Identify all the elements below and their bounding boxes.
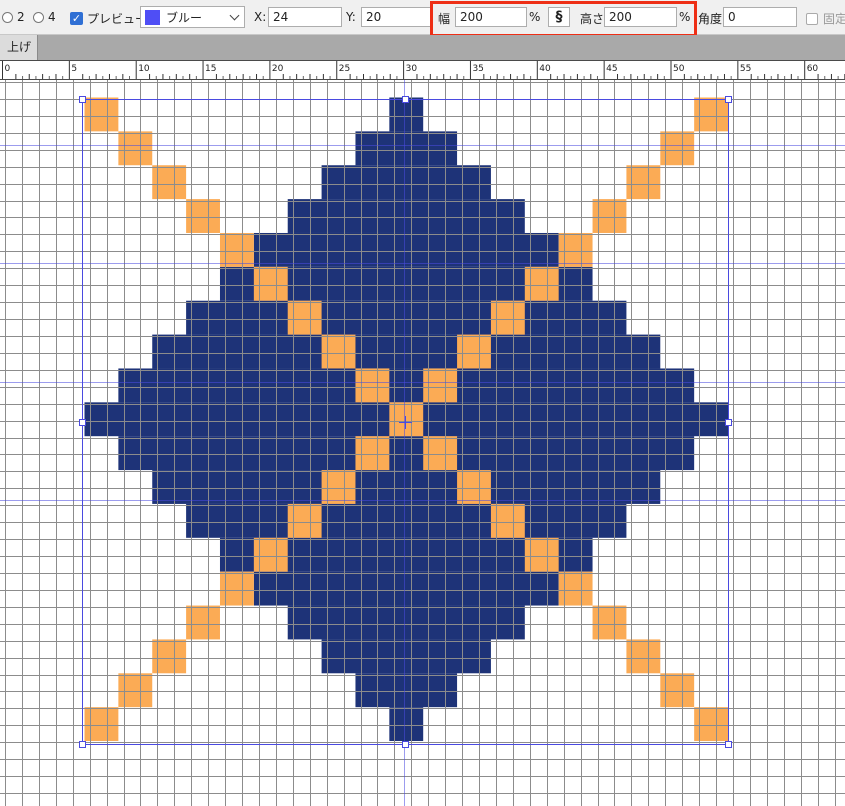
selection-handle bbox=[725, 741, 732, 748]
y-input[interactable]: 20 bbox=[361, 7, 431, 27]
orange-cell bbox=[321, 334, 356, 369]
orange-cell bbox=[84, 707, 119, 742]
ruler-label: 55 bbox=[740, 64, 751, 74]
fixed-checkbox[interactable]: 固定 bbox=[806, 10, 845, 27]
angle-label: 角度 bbox=[698, 12, 723, 26]
radio-2-label: 2 bbox=[17, 10, 25, 24]
selection-handle bbox=[402, 96, 409, 103]
ruler-label: 5 bbox=[71, 64, 77, 74]
orange-cell bbox=[321, 470, 356, 504]
orange-cell bbox=[524, 266, 559, 301]
orange-cell bbox=[84, 97, 119, 132]
orange-cell bbox=[592, 199, 627, 233]
orange-cell bbox=[558, 571, 593, 606]
blue-row bbox=[253, 232, 559, 267]
horizontal-ruler: 0 5 10 15 20 25 30 35 40 45 50 55 60 bbox=[0, 60, 845, 80]
ruler-label: 50 bbox=[673, 64, 685, 74]
ruler-label: 20 bbox=[272, 64, 284, 74]
orange-cell bbox=[118, 131, 153, 166]
fixed-label: 固定 bbox=[823, 12, 845, 26]
ruler-label: 15 bbox=[205, 64, 216, 74]
radio-option-2[interactable]: 2 bbox=[2, 10, 25, 24]
selection-handle bbox=[402, 741, 409, 748]
orange-cell bbox=[355, 436, 390, 471]
orange-cell bbox=[355, 368, 390, 403]
preview-checkbox[interactable]: ✓ プレビュー bbox=[70, 10, 147, 27]
ruler-label: 35 bbox=[472, 64, 483, 74]
color-select-value: ブルー bbox=[166, 10, 203, 25]
orange-cell bbox=[287, 503, 322, 538]
selection-handle bbox=[725, 419, 732, 426]
orange-cell bbox=[253, 266, 288, 301]
blue-row bbox=[321, 639, 491, 674]
color-swatch bbox=[145, 9, 160, 25]
highlight-box bbox=[430, 1, 697, 37]
blue-row bbox=[253, 571, 559, 606]
orange-cell bbox=[253, 537, 288, 572]
blue-row bbox=[287, 605, 525, 640]
ruler-label: 60 bbox=[807, 64, 819, 74]
blue-row bbox=[355, 131, 458, 166]
ruler-label: 25 bbox=[339, 64, 350, 74]
orange-cell bbox=[558, 232, 593, 267]
color-select[interactable]: ブルー bbox=[140, 6, 245, 28]
ruler-label: 0 bbox=[5, 64, 11, 74]
orange-cell bbox=[118, 673, 153, 708]
ruler-ticks: 0 5 10 15 20 25 30 35 40 45 50 55 60 bbox=[2, 61, 845, 79]
tab-label: 上げ bbox=[6, 40, 31, 54]
orange-cell bbox=[524, 537, 559, 572]
blue-row bbox=[186, 300, 627, 335]
radio-option-4[interactable]: 4 bbox=[33, 10, 56, 24]
checkmark-icon[interactable]: ✓ bbox=[70, 12, 83, 25]
ruler-label: 10 bbox=[138, 64, 150, 74]
y-label: Y: bbox=[346, 10, 356, 24]
selection-handle bbox=[79, 96, 86, 103]
selection-handle bbox=[725, 96, 732, 103]
angle-input[interactable]: 0 bbox=[723, 7, 797, 27]
x-label: X: bbox=[254, 10, 267, 24]
ruler-label: 30 bbox=[406, 64, 418, 74]
blue-row bbox=[321, 165, 491, 200]
selection-handle bbox=[79, 741, 86, 748]
blue-row bbox=[152, 334, 661, 369]
x-input[interactable]: 24 bbox=[268, 7, 342, 27]
chevron-down-icon bbox=[229, 10, 240, 21]
tab-bar: 上げ bbox=[0, 35, 845, 60]
ruler-label: 40 bbox=[539, 64, 551, 74]
blue-row bbox=[118, 368, 695, 403]
toolbar: 2 4 ✓ プレビュー ブルー X: 24 Y: 20 幅 200 % § 高さ… bbox=[0, 0, 845, 37]
selection-handle bbox=[79, 419, 86, 426]
blue-row bbox=[186, 503, 627, 538]
document-tab[interactable]: 上げ bbox=[0, 35, 38, 60]
radio-2-icon[interactable] bbox=[2, 11, 13, 23]
orange-cell bbox=[592, 605, 627, 640]
preview-label: プレビュー bbox=[87, 12, 148, 26]
radio-4-label: 4 bbox=[48, 10, 56, 24]
checkbox-icon[interactable] bbox=[806, 12, 818, 25]
ruler-label: 45 bbox=[606, 64, 617, 74]
blue-row bbox=[118, 436, 695, 471]
radio-4-icon[interactable] bbox=[33, 11, 44, 23]
blue-row bbox=[355, 673, 458, 708]
grid-canvas[interactable] bbox=[0, 80, 845, 806]
orange-cell bbox=[287, 300, 322, 335]
blue-row bbox=[152, 470, 661, 504]
blue-row bbox=[287, 199, 525, 233]
